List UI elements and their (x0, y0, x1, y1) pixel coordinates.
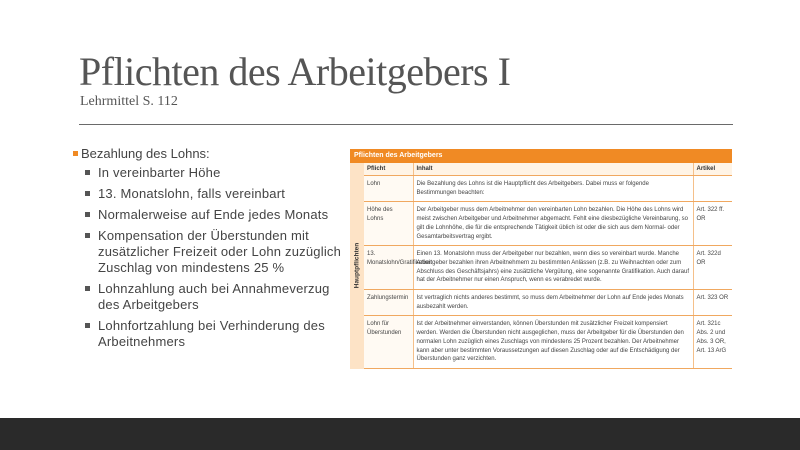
cell-inhalt: Der Arbeitgeber muss dem Arbeitnehmer de… (412, 201, 693, 247)
side-label-text: Hauptpflichten (353, 243, 361, 289)
cell-artikel (692, 175, 732, 203)
title-divider (79, 124, 733, 125)
column-header: Pflicht (364, 163, 413, 176)
table-body: Hauptpflichten Pflicht Inhalt Artikel Lo… (350, 163, 732, 369)
sub-bullet: Lohnzahlung auch bei Annahmeverzug des A… (85, 281, 342, 313)
sub-bullet: Kompensation der Überstunden mit zusätzl… (85, 228, 342, 275)
cell-artikel: Art. 322d OR (692, 245, 732, 291)
column-header: Inhalt (412, 163, 693, 176)
slide-title: Pflichten des Arbeitgebers I (79, 49, 511, 94)
cell-artikel: Art. 323 OR (692, 289, 732, 317)
table-header-row: Pflicht Inhalt Artikel (364, 163, 732, 176)
slide-subtitle: Lehrmittel S. 112 (80, 94, 178, 109)
table-grid: Pflicht Inhalt Artikel Lohn Die Bezahlun… (364, 163, 732, 369)
table-row: Höhe des Lohns Der Arbeitgeber muss dem … (364, 201, 732, 247)
table-row: 13. Monatslohn/Gratifikation Einen 13. M… (364, 245, 732, 291)
cell-inhalt: Ist der Arbeitnehmer einverstanden, könn… (412, 315, 693, 369)
cell-artikel: Art. 321c Abs. 2 und Abs. 3 OR, Art. 13 … (692, 315, 732, 369)
cell-inhalt: Ist vertraglich nichts anderes bestimmt,… (412, 289, 693, 317)
cell-pflicht: Lohn (364, 175, 413, 203)
table-row: Lohn für Überstunden Ist der Arbeitnehme… (364, 315, 732, 369)
sub-bullet: In vereinbarter Höhe (85, 165, 342, 181)
footer-bar (0, 418, 800, 450)
table-heading: Pflichten des Arbeitgebers (350, 149, 732, 163)
cell-pflicht: 13. Monatslohn/Gratifikation (364, 245, 432, 291)
table-row: Lohn Die Bezahlung des Lohns ist die Hau… (364, 175, 732, 203)
column-header: Artikel (692, 163, 732, 176)
side-label: Hauptpflichten (350, 163, 364, 369)
cell-artikel: Art. 322 ff. OR (692, 201, 732, 247)
cell-inhalt: Einen 13. Monatslohn muss der Arbeitgebe… (412, 245, 693, 291)
duties-table: Pflichten des Arbeitgebers Hauptpflichte… (350, 149, 732, 369)
cell-pflicht: Lohn für Überstunden (364, 315, 413, 369)
sub-bullet: Normalerweise auf Ende jedes Monats (85, 207, 342, 223)
cell-pflicht: Höhe des Lohns (364, 201, 413, 247)
slide: Pflichten des Arbeitgebers I Lehrmittel … (0, 0, 800, 418)
sub-bullet-list: In vereinbarter Höhe 13. Monatslohn, fal… (72, 165, 342, 350)
bullet-list: Bezahlung des Lohns: In vereinbarter Höh… (72, 145, 342, 355)
cell-inhalt: Die Bezahlung des Lohns ist die Hauptpfl… (412, 175, 693, 203)
main-bullet: Bezahlung des Lohns: (72, 145, 342, 162)
sub-bullet: 13. Monatslohn, falls vereinbart (85, 186, 342, 202)
sub-bullet: Lohnfortzahlung bei Verhinderung des Arb… (85, 318, 342, 350)
table-row: Zahlungstermin Ist vertraglich nichts an… (364, 289, 732, 317)
cell-pflicht: Zahlungstermin (364, 289, 413, 317)
